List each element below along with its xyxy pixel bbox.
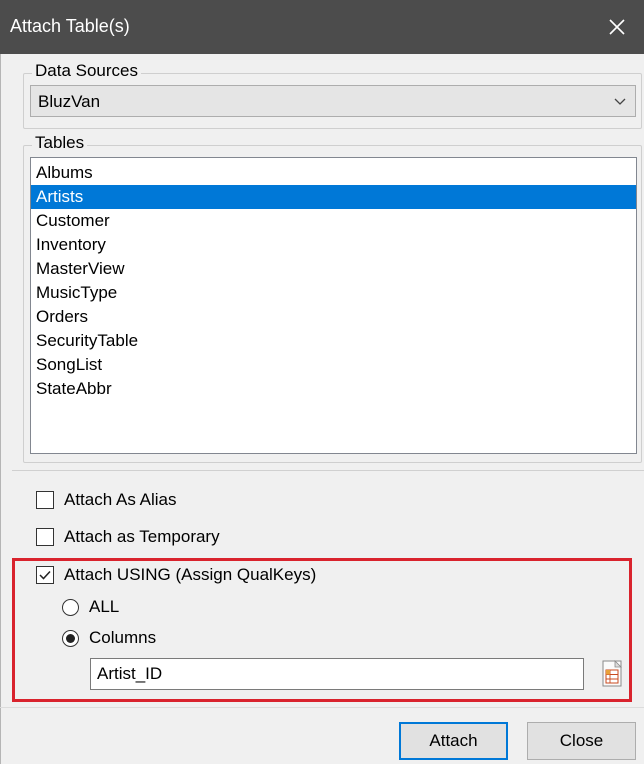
radio-columns-label: Columns [89,628,157,647]
list-item-inventory[interactable]: Inventory [31,233,636,257]
data-source-value: BluzVan [38,92,101,111]
list-item-stateabbr[interactable]: StateAbbr [31,377,636,401]
radio-all-option[interactable]: ALL [62,597,119,617]
dialog-title: Attach Table(s) [10,16,130,36]
attach-as-alias-option[interactable]: Attach As Alias [36,490,176,510]
section-divider [12,470,644,471]
list-item-songlist[interactable]: SongList [31,353,636,377]
radio-columns[interactable] [62,629,79,647]
attach-tables-dialog: Attach Table(s) Data Sources BluzVan Tab… [0,0,644,764]
list-item-artists[interactable]: Artists [31,185,636,209]
close-icon [609,19,625,35]
attach-button[interactable]: Attach [399,722,508,760]
data-sources-label: Data Sources [32,61,141,81]
tables-list[interactable]: Albums Artists Customer Inventory Master… [30,157,637,454]
chevron-down-icon [614,98,626,105]
close-window-button[interactable] [590,0,644,54]
columns-input[interactable] [97,664,567,684]
list-item-musictype[interactable]: MusicType [31,281,636,305]
attach-using-checkbox[interactable] [36,566,54,584]
title-bar: Attach Table(s) [0,0,644,54]
attach-using-option[interactable]: Attach USING (Assign QualKeys) [36,565,316,585]
attach-as-temporary-option[interactable]: Attach as Temporary [36,527,220,547]
attach-as-alias-checkbox[interactable] [36,491,54,509]
attach-as-temporary-checkbox[interactable] [36,528,54,546]
list-item-albums[interactable]: Albums [31,161,636,185]
list-item-masterview[interactable]: MasterView [31,257,636,281]
radio-all[interactable] [62,598,79,616]
table-picker-icon [602,660,622,687]
radio-all-label: ALL [89,597,120,616]
assign-qualkeys-button[interactable] [597,658,627,690]
list-item-customer[interactable]: Customer [31,209,636,233]
list-item-orders[interactable]: Orders [31,305,636,329]
attach-using-label: Attach USING (Assign QualKeys) [64,565,317,584]
close-button[interactable]: Close [527,722,636,760]
button-bar-divider [0,707,644,708]
list-item-securitytable[interactable]: SecurityTable [31,329,636,353]
attach-as-temporary-label: Attach as Temporary [64,527,220,546]
checkmark-icon [39,570,51,580]
radio-columns-option[interactable]: Columns [62,628,156,648]
tables-label: Tables [32,133,88,153]
data-source-select[interactable]: BluzVan [30,85,636,117]
columns-field[interactable] [90,658,584,690]
attach-as-alias-label: Attach As Alias [64,490,177,509]
